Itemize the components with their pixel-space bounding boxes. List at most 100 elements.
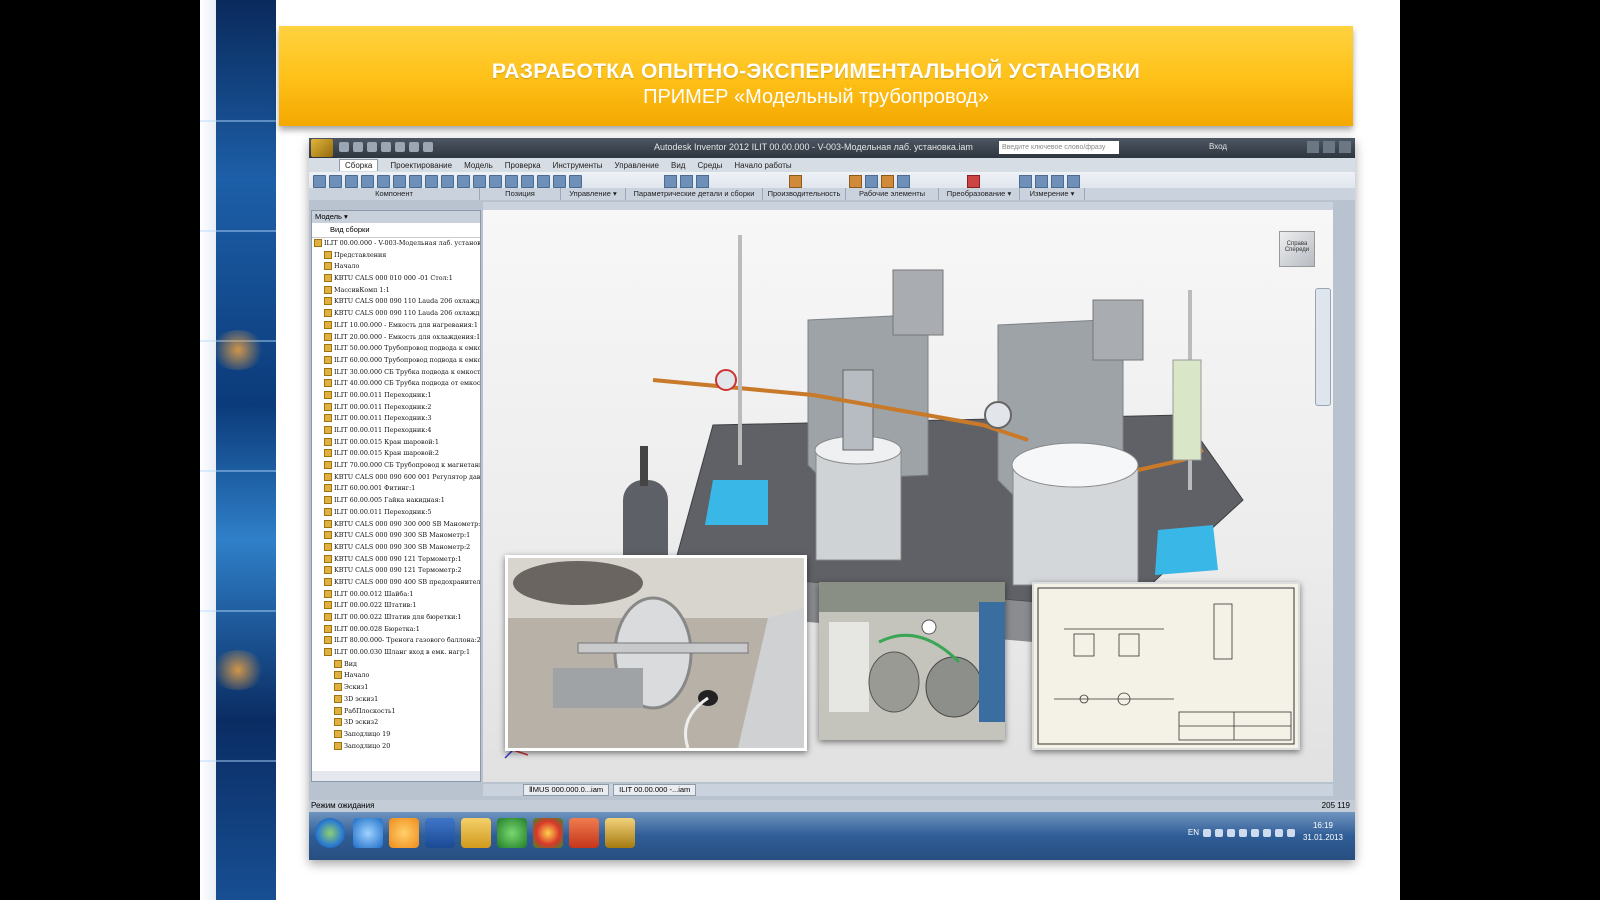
flag-tray-icon[interactable] — [1263, 828, 1271, 837]
browser-node[interactable]: ILIT 60.00.000 Трубопровод подвода к емк… — [312, 355, 480, 367]
browser-node[interactable]: РабПлоскость1 — [312, 706, 480, 718]
browser-node[interactable]: ILIT 00.00.028 Бюретка:1 — [312, 624, 480, 636]
doc-tab-mus[interactable]: ⅡMUS 000.000.0...iam — [523, 784, 610, 796]
save-icon[interactable] — [367, 142, 377, 152]
browser-node[interactable]: Представления — [312, 250, 480, 262]
tab-inspect[interactable]: Проверка — [505, 161, 541, 170]
joint-icon[interactable] — [473, 175, 486, 188]
update-icon[interactable] — [423, 142, 433, 152]
browser-node[interactable]: ILIT 00.00.011 Переходник:5 — [312, 507, 480, 519]
group-manage[interactable]: Управление ▾ — [561, 188, 626, 200]
bom-icon[interactable] — [393, 175, 406, 188]
powerpoint-icon[interactable] — [569, 818, 599, 848]
network-tray-icon[interactable] — [1215, 828, 1223, 837]
tab-tools[interactable]: Инструменты — [553, 161, 603, 170]
productivity-icon[interactable] — [789, 175, 802, 188]
grip-snap-icon[interactable] — [489, 175, 502, 188]
browser-node[interactable]: 3D эскиз1 — [312, 694, 480, 706]
update-tray-icon[interactable] — [1251, 828, 1259, 837]
close-icon[interactable] — [1339, 141, 1351, 153]
browser-node[interactable]: ILIT 00.00.011 Переходник:1 — [312, 390, 480, 402]
media-player-icon[interactable] — [389, 818, 419, 848]
browser-node[interactable]: ILIT 00.00.015 Кран шаровой:1 — [312, 437, 480, 449]
browser-node[interactable]: Заподлицо 20 — [312, 741, 480, 753]
table-icon[interactable] — [696, 175, 709, 188]
measure-distance-icon[interactable] — [1019, 175, 1032, 188]
replace-icon[interactable] — [505, 175, 518, 188]
browser-node[interactable]: ILIT 70.00.000 СБ Трубопровод к магнетан… — [312, 460, 480, 472]
browser-node[interactable]: ILIT 00.00.030 Шланг вход в емк. нагр:1 — [312, 647, 480, 659]
browser-node[interactable]: KBTU CALS 000 010 000 -01 Стол:1 — [312, 273, 480, 285]
new-icon[interactable] — [339, 142, 349, 152]
explorer-icon[interactable] — [461, 818, 491, 848]
measure-angle-icon[interactable] — [1035, 175, 1048, 188]
tab-view[interactable]: Вид — [671, 161, 685, 170]
mirror2-icon[interactable] — [537, 175, 550, 188]
undo-icon[interactable] — [381, 142, 391, 152]
group-convert[interactable]: Преобразование ▾ — [939, 188, 1020, 200]
tab-environments[interactable]: Среды — [697, 161, 722, 170]
measure-loop-icon[interactable] — [1051, 175, 1064, 188]
formula-icon[interactable] — [569, 175, 582, 188]
browser-node[interactable]: ILIT 80.00.000- Тренога газового баллона… — [312, 635, 480, 647]
app-menu-button[interactable] — [311, 139, 333, 157]
convert-icon[interactable] — [967, 175, 980, 188]
doc-tab-ilit[interactable]: ILIT 00.00.000 -...iam — [613, 784, 697, 796]
browser-view-selector[interactable]: Вид сборки — [312, 223, 480, 238]
browser-node[interactable]: Заподлицо 19 — [312, 729, 480, 741]
work-axis-icon[interactable] — [865, 175, 878, 188]
volume-tray-icon[interactable] — [1227, 828, 1235, 837]
work-plane-icon[interactable] — [849, 175, 862, 188]
browser-node[interactable]: ILIT 20.00.000 - Емкость для охлаждения:… — [312, 332, 480, 344]
browser-node[interactable]: ILIT 00.00.011 Переходник:4 — [312, 425, 480, 437]
browser-node[interactable]: KBTU CALS 000 090 300 SB Манометр:1 — [312, 530, 480, 542]
navigation-bar[interactable] — [1315, 288, 1331, 406]
browser-node[interactable]: Вид — [312, 659, 480, 671]
help-tray-icon[interactable] — [1203, 828, 1211, 837]
parameters-icon[interactable] — [553, 175, 566, 188]
browser-node[interactable]: ILIT 60.00.001 Фитинг:1 — [312, 483, 480, 495]
browser-node[interactable]: ILIT 60.00.005 Гайка накидная:1 — [312, 495, 480, 507]
ucs-icon[interactable] — [897, 175, 910, 188]
browser-node[interactable]: KBTU CALS 000 090 110 Lauda 206 охлажден… — [312, 308, 480, 320]
browser-node[interactable]: ILIT 50.00.000 Трубопровод подвода к емк… — [312, 343, 480, 355]
rotate-icon[interactable] — [441, 175, 454, 188]
copy-icon[interactable] — [377, 175, 390, 188]
browser-node[interactable]: KBTU CALS 000 090 110 Lauda 206 охлажден… — [312, 296, 480, 308]
browser-node[interactable]: МассивКомп 1:1 — [312, 285, 480, 297]
app-tray-icon[interactable] — [1287, 828, 1295, 837]
start-button[interactable] — [315, 818, 345, 848]
browser-node[interactable]: ILIT 00.00.022 Штатив для бюретки:1 — [312, 612, 480, 624]
browser-header[interactable]: Модель ▾ — [312, 211, 480, 223]
browser-node[interactable]: KBTU CALS 000 090 121 Термометр:2 — [312, 565, 480, 577]
work-point-icon[interactable] — [881, 175, 894, 188]
browser-node[interactable]: ILIT 00.00.011 Переходник:3 — [312, 413, 480, 425]
constrain-icon[interactable] — [457, 175, 470, 188]
browser-scrollbar[interactable] — [312, 771, 480, 781]
antivirus-tray-icon[interactable] — [1239, 828, 1247, 837]
tab-manage[interactable]: Управление — [615, 161, 659, 170]
select-icon[interactable] — [409, 142, 419, 152]
place-component-icon[interactable] — [313, 175, 326, 188]
tab-get-started[interactable]: Начало работы — [734, 161, 791, 170]
group-measure[interactable]: Измерение ▾ — [1020, 188, 1085, 200]
login-button[interactable]: Вход — [1209, 142, 1227, 151]
pattern2-icon[interactable] — [521, 175, 534, 188]
battery-tray-icon[interactable] — [1275, 828, 1283, 837]
browser-node[interactable]: KBTU CALS 000 090 300 SB Манометр:2 — [312, 542, 480, 554]
mirror-icon[interactable] — [361, 175, 374, 188]
browser-node[interactable]: ILIT 00.00.012 Шайба:1 — [312, 589, 480, 601]
browser-node[interactable]: KBTU CALS 000 090 300 000 SB Манометр:1 — [312, 519, 480, 531]
browser-node[interactable]: ILIT 10.00.000 - Емкость для нагревания:… — [312, 320, 480, 332]
create-component-icon[interactable] — [329, 175, 342, 188]
iassembly-icon[interactable] — [680, 175, 693, 188]
media-center-icon[interactable] — [497, 818, 527, 848]
chrome-icon[interactable] — [533, 818, 563, 848]
browser-node[interactable]: KBTU CALS 000 090 121 Термометр:1 — [312, 554, 480, 566]
open-icon[interactable] — [353, 142, 363, 152]
pattern-icon[interactable] — [345, 175, 358, 188]
tab-model[interactable]: Модель — [464, 161, 493, 170]
browser-node[interactable]: ILIT 30.00.000 СБ Трубка подвода к емкос… — [312, 367, 480, 379]
browser-node[interactable]: Эскиз1 — [312, 682, 480, 694]
view-cube[interactable]: Справа Спереди — [1279, 231, 1315, 267]
